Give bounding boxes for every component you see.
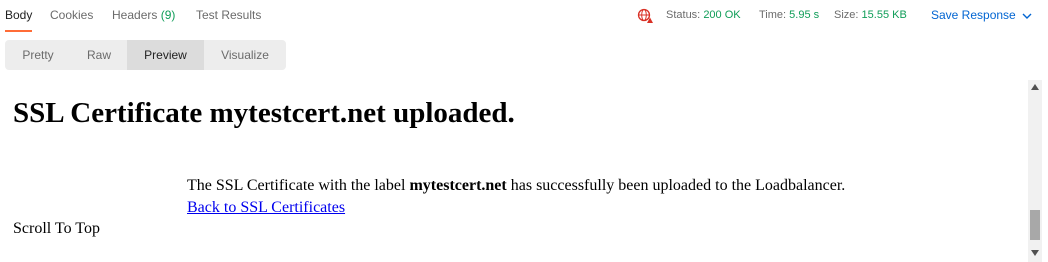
response-preview-frame: SSL Certificate mytestcert.net uploaded.… (0, 80, 1028, 262)
size-readout[interactable]: Size: 15.55 KB (834, 9, 907, 21)
scroll-to-top-link[interactable]: Scroll To Top (13, 220, 100, 238)
tab-body[interactable]: Body (5, 8, 33, 32)
time-label: Time: (759, 9, 787, 21)
view-visualize-button[interactable]: Visualize (204, 40, 286, 70)
tab-test-results[interactable]: Test Results (196, 8, 261, 32)
tab-headers-label: Headers (112, 8, 158, 22)
view-mode-toggle: Pretty Raw Preview Visualize (5, 40, 286, 70)
message-suffix: has successfully been uploaded to the Lo… (506, 177, 846, 194)
size-value: 15.55 KB (861, 9, 907, 21)
tab-test-results-label: Test Results (196, 8, 262, 22)
back-to-ssl-certificates-link[interactable]: Back to SSL Certificates (187, 199, 345, 217)
page-heading: SSL Certificate mytestcert.net uploaded. (13, 97, 515, 129)
upload-success-message: The SSL Certificate with the label mytes… (187, 177, 845, 195)
tab-headers[interactable]: Headers (9) (112, 8, 175, 32)
time-value: 5.95 s (789, 9, 820, 21)
save-response-label: Save Response (931, 8, 1016, 22)
status-readout[interactable]: Status: 200 OK (666, 9, 741, 21)
scroll-up-arrow-icon[interactable] (1031, 84, 1039, 90)
save-response-button[interactable]: Save Response (931, 8, 1032, 22)
scrollbar-thumb[interactable] (1030, 210, 1040, 240)
view-raw-button[interactable]: Raw (71, 40, 127, 70)
view-pretty-button[interactable]: Pretty (5, 40, 71, 70)
view-preview-button[interactable]: Preview (127, 40, 204, 70)
tab-body-label: Body (5, 8, 33, 22)
globe-warning-icon[interactable] (637, 8, 653, 24)
tab-cookies-label: Cookies (50, 8, 94, 22)
size-label: Size: (834, 9, 859, 21)
status-label: Status: (666, 9, 701, 21)
scroll-down-arrow-icon[interactable] (1031, 250, 1039, 256)
response-tab-bar: Body Cookies Headers (9) Test Results St… (0, 0, 1048, 34)
headers-count-badge: (9) (160, 8, 176, 22)
status-value: 200 OK (703, 9, 741, 21)
certificate-label: mytestcert.net (409, 177, 507, 194)
time-readout[interactable]: Time: 5.95 s (759, 9, 819, 21)
message-prefix: The SSL Certificate with the label (187, 177, 410, 194)
chevron-down-icon (1022, 13, 1032, 19)
preview-scrollbar[interactable] (1028, 80, 1042, 262)
tab-cookies[interactable]: Cookies (50, 8, 93, 32)
